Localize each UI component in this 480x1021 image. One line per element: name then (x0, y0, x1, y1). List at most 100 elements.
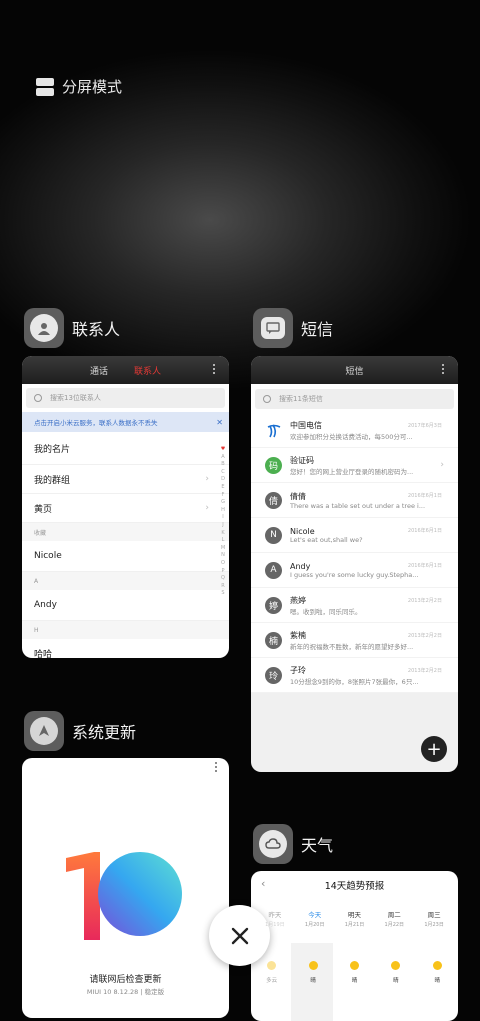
alphabet-letter[interactable]: D (219, 476, 227, 484)
app-label-contacts[interactable]: 联系人 (24, 308, 120, 348)
sun-icon (391, 961, 401, 970)
sms-thread[interactable]: 倩倩倩 There was a table set out under a tre… (251, 483, 458, 518)
list-item[interactable]: Andy (22, 590, 229, 621)
contacts-search-input[interactable]: 搜索13位联系人 (26, 388, 225, 408)
message-preview: 嗯。收到啦，同乐同乐。 (290, 607, 362, 616)
alphabet-letter[interactable]: R (219, 583, 227, 591)
day-date: 1月23日 (424, 922, 444, 928)
alphabet-letter[interactable]: C (219, 469, 227, 477)
condition-label: 晴 (310, 978, 316, 984)
forecast-conditions: 多云 晴 晴 晴 晴 (251, 961, 458, 984)
message-date: 2013年2月2日 (407, 668, 442, 674)
alphabet-letter[interactable]: B (219, 461, 227, 469)
list-item[interactable]: 我的群组 › (22, 465, 229, 494)
chevron-right-icon: › (205, 503, 209, 513)
back-icon[interactable]: ‹ (261, 877, 265, 890)
alphabet-letter[interactable]: A (219, 454, 227, 462)
section-header: A (22, 572, 229, 590)
alphabet-letter[interactable]: E (219, 484, 227, 492)
app-label-weather[interactable]: 天气 (253, 824, 333, 864)
avatar: 楠 (265, 631, 282, 649)
my-groups-label: 我的群组 (34, 475, 71, 486)
cloud-banner[interactable]: 点击开启小米云服务，联系人数据永不丢失 ✕ (22, 412, 229, 432)
alphabet-letter[interactable]: O (219, 560, 227, 568)
list-item[interactable]: 哈哈 (22, 639, 229, 659)
alphabet-letter[interactable]: M (219, 545, 227, 553)
sms-thread[interactable]: 玲子玲 10分想念9到的你，8张照片7张最你，6只... 2013年2月2日 (251, 658, 458, 693)
cloudy-icon (267, 961, 277, 970)
day-date: 1月21日 (344, 922, 365, 928)
alphabet-letter[interactable]: ♥ (219, 446, 227, 454)
app-label-sms[interactable]: 短信 (253, 308, 333, 348)
contacts-app-icon (24, 308, 64, 348)
sms-thread[interactable]: 中国电信 欢迎参加积分兑换话费活动，每500分可... 2017年6月3日 (251, 413, 458, 448)
forecast-day[interactable]: 明天 1月21日 (335, 909, 375, 928)
message-preview: 10分想念9到的你，8张照片7张最你，6只... (290, 677, 419, 686)
alphabet-letter[interactable]: N (219, 552, 227, 560)
more-icon[interactable] (442, 364, 444, 374)
sms-search-input[interactable]: 搜索11条短信 (255, 389, 454, 409)
split-screen-label: 分屏模式 (62, 78, 123, 96)
list-item[interactable]: 我的名片 (22, 432, 229, 465)
contacts-card[interactable]: 通话 联系人 搜索13位联系人 点击开启小米云服务，联系人数据永不丢失 ✕ 我的… (22, 356, 229, 658)
forecast-day[interactable]: 周二 1月22日 (374, 909, 414, 928)
day-date: 1月20日 (304, 922, 325, 928)
condition-label: 晴 (351, 978, 358, 984)
contacts-tabbar: 通话 联系人 (22, 356, 229, 384)
alphabet-letter[interactable]: P (219, 568, 227, 576)
sender-name: 验证码 (290, 455, 314, 465)
sms-app-name: 短信 (301, 320, 334, 339)
sms-thread[interactable]: 码验证码 您好！您的网上营业厅登录的随机密码为... › (251, 448, 458, 483)
message-date: 2016年6月1日 (407, 563, 442, 569)
list-item[interactable]: Nicole (22, 541, 229, 572)
sun-icon (308, 961, 318, 970)
china-telecom-logo-icon (265, 422, 282, 439)
alphabet-letter[interactable]: L (219, 537, 227, 545)
alphabet-letter[interactable]: G (219, 499, 227, 507)
alphabet-letter[interactable]: F (219, 492, 227, 500)
sms-card[interactable]: 短信 搜索11条短信 中国电信 欢迎参加积分兑换话费活动，每500分可... 201… (251, 356, 458, 772)
contact-name: 哈哈 (34, 649, 53, 659)
more-icon[interactable] (213, 364, 215, 374)
forecast-day[interactable]: 周三 1月23日 (414, 909, 454, 928)
alphabet-index[interactable]: ♥ A B C D E F G H I J K L M N O P Q R S (219, 446, 227, 598)
message-date: 2013年2月2日 (407, 633, 442, 639)
close-banner-icon[interactable]: ✕ (216, 418, 223, 427)
avatar: A (265, 561, 282, 579)
sms-thread[interactable]: A Andy I guess you're some lucky guy.Steph… (251, 553, 458, 588)
alphabet-letter[interactable]: S (219, 590, 227, 598)
sms-app-icon (253, 308, 293, 348)
search-icon (263, 395, 271, 403)
avatar: 婷 (265, 596, 282, 614)
sun-icon (432, 961, 442, 970)
app-label-updater[interactable]: 系统更新 (24, 711, 136, 751)
updater-card[interactable]: 请联网后检查更新 MIUI 10 8.12.28 | 稳定版 (22, 758, 229, 1018)
forecast-day[interactable]: 今天 1月20日 (295, 909, 335, 928)
new-message-button[interactable]: + (421, 736, 447, 762)
sms-thread[interactable]: 婷燕婷 嗯。收到啦，同乐同乐。 2013年2月2日 (251, 588, 458, 623)
sms-thread[interactable]: 楠紫楠 新年的祝福数不胜数，新年的愿望好多好... 2013年2月2日 (251, 623, 458, 658)
condition-label: 多云 (266, 978, 278, 984)
alphabet-letter[interactable]: I (219, 514, 227, 522)
alphabet-letter[interactable]: Q (219, 575, 227, 583)
message-preview: 您好！您的网上营业厅登录的随机密码为... (290, 467, 414, 476)
forecast-day[interactable]: 昨天 1月19日 (255, 909, 295, 928)
tab-contacts[interactable]: 联系人 (134, 364, 161, 377)
message-preview: I guess you're some lucky guy.Stepha... (290, 570, 419, 579)
sun-icon (349, 961, 359, 970)
weather-app-icon (253, 824, 293, 864)
alphabet-letter[interactable]: K (219, 530, 227, 538)
contact-name: Andy (34, 600, 57, 610)
my-card-label: 我的名片 (34, 444, 71, 455)
tab-calls[interactable]: 通话 (90, 364, 108, 377)
search-placeholder: 搜索13位联系人 (50, 394, 101, 402)
sms-thread[interactable]: N Nicole Let's eat out,shall we? 2016年6月1日 (251, 518, 458, 553)
more-icon[interactable] (215, 762, 217, 772)
avatar: 玲 (265, 666, 282, 684)
split-screen-button[interactable]: 分屏模式 (36, 76, 122, 97)
list-item[interactable]: 黄页 › (22, 494, 229, 523)
alphabet-letter[interactable]: H (219, 507, 227, 515)
weather-card[interactable]: ‹ 14天趋势预报 昨天 1月19日 今天 1月20日 明天 1月21日 周二 1月22日 周三… (251, 871, 458, 1021)
avatar: 码 (265, 456, 282, 474)
alphabet-letter[interactable]: J (219, 522, 227, 530)
